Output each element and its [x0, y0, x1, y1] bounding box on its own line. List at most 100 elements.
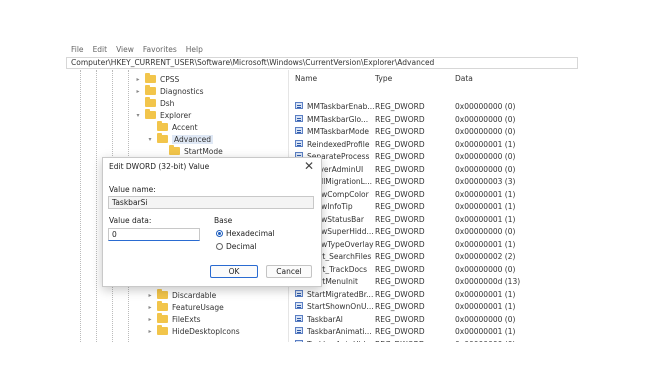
value-name-field[interactable]: TaskbarSi [108, 196, 314, 209]
value-type-cell: REG_DWORD [375, 214, 425, 224]
menu-bar: File Edit View Favorites Help [66, 42, 203, 56]
value-data-cell: 0x00000000 (0) [455, 164, 516, 174]
tree-item-advanced[interactable]: ▾ Advanced [146, 133, 214, 145]
value-type-cell: REG_DWORD [375, 252, 425, 261]
folder-icon [157, 121, 168, 131]
menu-edit[interactable]: Edit [93, 45, 108, 54]
tree-item-accent[interactable]: Accent [146, 121, 198, 133]
folder-icon [145, 85, 156, 95]
table-row[interactable]: SeparateProcess REG_DWORD 0x00000000 (0) [289, 151, 578, 163]
chevron-down-icon[interactable]: ▾ [134, 112, 142, 119]
value-data-cell: 0x00000000 (0) [455, 127, 516, 136]
value-data-cell: 0x00000001 (1) [455, 302, 516, 311]
menu-favorites[interactable]: Favorites [143, 45, 177, 54]
tree-item-label: Discardable [172, 290, 217, 300]
value-type-cell: REG_DWORD [375, 177, 425, 186]
table-row[interactable]: StartMenuInit REG_DWORD 0x0000000d (13) [289, 276, 578, 288]
value-type-cell: REG_DWORD [375, 302, 425, 311]
tree-item-label: FeatureUsage [172, 302, 224, 312]
tree-item-hidedesktopicons[interactable]: ▸ HideDesktopIcons [146, 325, 240, 337]
table-row[interactable]: ShowSuperHidd... REG_DWORD 0x00000000 (0) [289, 226, 578, 238]
tree-item-dsh[interactable]: Dsh [134, 97, 174, 109]
value-name-cell: MMTaskbarGlo... [307, 114, 369, 124]
chevron-right-icon[interactable]: ▸ [146, 304, 154, 311]
hexadecimal-label: Hexadecimal [226, 229, 275, 238]
table-row[interactable]: Start_SearchFiles REG_DWORD 0x00000002 (2) [289, 251, 578, 263]
table-row[interactable]: StartMigratedBr... REG_DWORD 0x00000001 (1… [289, 289, 578, 301]
table-row[interactable]: TaskbarAnimati... REG_DWORD 0x00000001 (1) [289, 326, 578, 338]
value-name-cell: TaskbarAutoHid... [307, 340, 375, 343]
reg-binary-icon [295, 339, 303, 342]
table-row[interactable]: StartShownOnU... REG_DWORD 0x00000001 (1) [289, 301, 578, 313]
chevron-down-icon[interactable]: ▾ [146, 136, 154, 143]
table-row[interactable]: ShellMigrationL... REG_DWORD 0x00000003 (3… [289, 176, 578, 188]
menu-file[interactable]: File [71, 45, 84, 54]
reg-binary-icon [295, 302, 303, 309]
folder-icon [145, 73, 156, 83]
column-header-name[interactable]: Name [295, 74, 317, 83]
value-name-label: Value name: [109, 185, 156, 194]
chevron-right-icon[interactable]: ▸ [134, 76, 142, 83]
table-row[interactable]: MMTaskbarMode REG_DWORD 0x00000000 (0) [289, 126, 578, 138]
tree-item-featureusage[interactable]: ▸ FeatureUsage [146, 301, 224, 313]
hexadecimal-radio[interactable]: Hexadecimal [216, 229, 275, 238]
value-type-cell: REG_DWORD [375, 327, 425, 336]
reg-binary-icon [295, 102, 303, 109]
tree-item-discardable[interactable]: ▸ Discardable [146, 289, 216, 301]
folder-icon [157, 313, 168, 323]
table-row[interactable]: ShowTypeOverlay REG_DWORD 0x00000001 (1) [289, 239, 578, 251]
tree-item-fileexts[interactable]: ▸ FileExts [146, 313, 201, 325]
column-header-data[interactable]: Data [455, 74, 473, 83]
tree-item-diagnostics[interactable]: ▸ Diagnostics [134, 85, 204, 97]
folder-icon [145, 97, 156, 107]
address-bar[interactable]: Computer\HKEY_CURRENT_USER\Software\Micr… [66, 57, 578, 69]
value-data-cell: 0x00000000 (0) [455, 340, 515, 343]
chevron-right-icon[interactable]: ▸ [146, 316, 154, 323]
dialog-title: Edit DWORD (32-bit) Value [109, 162, 210, 171]
table-row[interactable]: ShowCompColor REG_DWORD 0x00000001 (1) [289, 189, 578, 201]
reg-binary-icon [295, 314, 303, 322]
close-icon[interactable]: ✕ [304, 159, 314, 173]
tree-item-explorer[interactable]: ▾ Explorer [134, 109, 191, 121]
folder-icon [157, 133, 168, 143]
chevron-right-icon[interactable]: ▸ [146, 292, 154, 299]
value-data-cell: 0x00000003 (3) [455, 177, 516, 186]
table-row[interactable]: TaskbarAl REG_DWORD 0x00000000 (0) [289, 314, 578, 326]
value-data-cell: 0x00000000 (0) [455, 114, 516, 124]
table-row[interactable]: TaskbarAutoHid...REG_DWORD 0x00000000 (0) [289, 339, 578, 343]
value-name-cell: TaskbarAl [307, 314, 343, 324]
table-row[interactable]: ServerAdminUI REG_DWORD 0x00000000 (0) [289, 164, 578, 176]
tree-item-label: StartMode [184, 146, 223, 156]
decimal-label: Decimal [226, 242, 257, 251]
chevron-right-icon[interactable]: ▸ [146, 328, 154, 335]
folder-icon [157, 325, 168, 335]
decimal-radio[interactable]: Decimal [216, 242, 257, 251]
table-row[interactable]: MMTaskbarGlo... REG_DWORD 0x00000000 (0) [289, 114, 578, 126]
menu-view[interactable]: View [116, 45, 134, 54]
table-row[interactable]: ReindexedProfile REG_DWORD 0x00000001 (1) [289, 139, 578, 151]
reg-binary-icon [295, 289, 303, 297]
table-row[interactable]: MMTaskbarEnab... REG_DWORD 0x00000000 (0) [289, 101, 578, 113]
tree-item-startmode[interactable]: StartMode [158, 145, 223, 157]
value-type-cell: REG_DWORD [375, 227, 425, 236]
table-row[interactable]: ShowStatusBar REG_DWORD 0x00000001 (1) [289, 214, 578, 226]
column-header-type[interactable]: Type [375, 74, 392, 83]
ok-button[interactable]: OK [210, 265, 258, 278]
value-name-cell: MMTaskbarMode [307, 127, 370, 136]
value-data-field[interactable]: 0 [108, 228, 200, 241]
folder-icon [157, 301, 168, 311]
base-label: Base [214, 216, 233, 225]
value-name-cell: StartShownOnU... [307, 302, 374, 311]
value-type-cell: REG_DWORD [375, 239, 425, 249]
menu-help[interactable]: Help [186, 45, 203, 54]
edit-dword-dialog: Edit DWORD (32-bit) Value ✕ Value name: … [102, 157, 322, 287]
table-row[interactable]: Start_TrackDocs REG_DWORD 0x00000000 (0) [289, 264, 578, 276]
tree-item-label: Diagnostics [160, 86, 204, 96]
values-list: Name Type Data MMTaskbarEnab... REG_DWORD… [289, 70, 578, 342]
chevron-right-icon[interactable]: ▸ [134, 88, 142, 95]
value-data-cell: 0x00000000 (0) [455, 264, 516, 274]
cancel-button[interactable]: Cancel [266, 265, 312, 278]
value-data-cell: 0x00000001 (1) [455, 289, 516, 299]
table-row[interactable]: ShowInfoTip REG_DWORD 0x00000001 (1) [289, 201, 578, 213]
tree-item-cpss[interactable]: ▸ CPSS [134, 73, 179, 85]
